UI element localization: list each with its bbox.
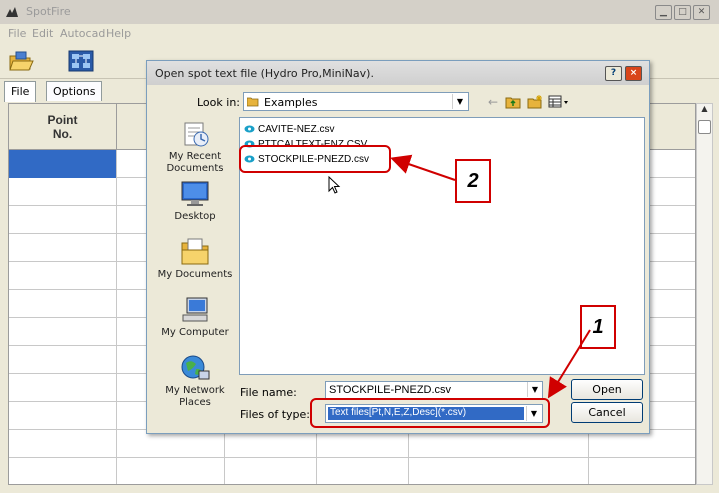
app-title: SpotFire xyxy=(26,5,71,18)
table-cell[interactable] xyxy=(9,318,117,346)
close-icon[interactable]: ✕ xyxy=(693,5,710,20)
tab-file[interactable]: File xyxy=(4,81,37,102)
cancel-button[interactable]: Cancel xyxy=(571,402,643,423)
table-cell[interactable] xyxy=(317,430,409,458)
chevron-down-icon[interactable]: ▼ xyxy=(527,382,542,397)
layout-icon xyxy=(68,50,94,72)
table-cell[interactable] xyxy=(9,402,117,430)
table-cell[interactable] xyxy=(9,178,117,206)
place-label: My Network Places xyxy=(165,385,225,408)
title-bar: SpotFire ▁ □ ✕ xyxy=(0,0,719,24)
layout-button[interactable] xyxy=(66,47,96,75)
up-folder-icon[interactable] xyxy=(505,94,521,110)
table-cell[interactable] xyxy=(317,458,409,484)
table-cell[interactable] xyxy=(409,458,589,484)
dialog-title: Open spot text file (Hydro Pro,MiniNav). xyxy=(155,67,374,80)
annotation-highlight-file xyxy=(239,145,391,173)
files-of-type-label: Files of type: xyxy=(240,408,311,421)
table-row[interactable] xyxy=(9,458,695,484)
help-icon[interactable]: ? xyxy=(605,66,622,81)
table-cell[interactable] xyxy=(225,430,317,458)
table-cell[interactable] xyxy=(117,458,225,484)
table-cell[interactable] xyxy=(117,430,225,458)
network-places-icon xyxy=(181,355,210,380)
view-menu-icon[interactable] xyxy=(547,94,571,110)
place-network-places[interactable]: My Network Places xyxy=(153,353,237,411)
annotation-number-2: 2 xyxy=(455,159,491,203)
place-recent-documents[interactable]: My Recent Documents xyxy=(153,119,237,177)
table-cell[interactable] xyxy=(589,430,695,458)
open-button[interactable]: Open xyxy=(571,379,643,400)
dialog-title-bar: Open spot text file (Hydro Pro,MiniNav).… xyxy=(147,61,649,85)
vertical-scrollbar[interactable]: ▲ xyxy=(696,103,713,485)
close-icon[interactable]: × xyxy=(625,66,642,81)
chevron-down-icon[interactable]: ▼ xyxy=(452,94,467,109)
table-cell[interactable] xyxy=(9,262,117,290)
maximize-icon[interactable]: □ xyxy=(674,5,691,20)
look-in-label: Look in: xyxy=(197,96,240,109)
table-cell[interactable] xyxy=(9,374,117,402)
table-cell[interactable] xyxy=(9,150,117,178)
look-in-value: Examples xyxy=(264,96,318,109)
place-label: My Recent Documents xyxy=(166,151,224,174)
app-logo-icon xyxy=(6,7,18,17)
file-name-label: File name: xyxy=(240,386,297,399)
place-my-computer[interactable]: My Computer xyxy=(153,295,237,353)
table-cell[interactable] xyxy=(409,430,589,458)
csv-file-icon xyxy=(244,125,255,133)
places-bar: My Recent Documents Desktop My Documents xyxy=(153,119,237,421)
menu-file[interactable]: File xyxy=(8,27,26,40)
menu-help[interactable]: Help xyxy=(106,27,131,40)
file-item-cavite[interactable]: CAVITE-NEZ.csv xyxy=(244,122,334,136)
table-cell[interactable] xyxy=(225,458,317,484)
new-folder-icon[interactable] xyxy=(527,94,543,110)
file-name: CAVITE-NEZ.csv xyxy=(258,123,335,135)
place-label: Desktop xyxy=(174,211,216,222)
open-folder-icon xyxy=(9,51,34,71)
place-label: My Computer xyxy=(161,327,229,338)
folder-icon xyxy=(247,97,259,107)
table-cell[interactable] xyxy=(9,346,117,374)
menu-autocad[interactable]: Autocad xyxy=(60,27,105,40)
place-label: My Documents xyxy=(157,269,233,280)
table-cell[interactable] xyxy=(9,234,117,262)
table-cell[interactable] xyxy=(9,206,117,234)
back-arrow-icon[interactable]: ← xyxy=(485,94,501,110)
my-computer-icon xyxy=(182,297,208,322)
look-in-select[interactable]: Examples ▼ xyxy=(243,92,469,111)
place-desktop[interactable]: Desktop xyxy=(153,179,237,237)
scroll-up-icon[interactable]: ▲ xyxy=(697,104,712,119)
annotation-number-1: 1 xyxy=(580,305,616,349)
tab-options[interactable]: Options xyxy=(46,81,103,101)
minimize-icon[interactable]: ▁ xyxy=(655,5,672,20)
table-cell[interactable] xyxy=(9,290,117,318)
place-my-documents[interactable]: My Documents xyxy=(153,237,237,295)
scroll-thumb[interactable] xyxy=(698,120,711,134)
table-row[interactable] xyxy=(9,430,695,458)
menu-bar: File Edit Autocad Help xyxy=(0,24,719,43)
my-documents-icon xyxy=(181,238,209,265)
open-folder-button[interactable] xyxy=(6,47,36,75)
open-file-dialog: Open spot text file (Hydro Pro,MiniNav).… xyxy=(146,60,650,434)
annotation-highlight-file-type xyxy=(310,398,550,428)
column-header-point-no[interactable]: Point No. xyxy=(9,104,117,150)
table-cell[interactable] xyxy=(9,430,117,458)
table-cell[interactable] xyxy=(589,458,695,484)
recent-documents-icon xyxy=(184,122,209,147)
mouse-cursor-icon xyxy=(328,176,341,194)
desktop-icon xyxy=(181,181,209,206)
menu-edit[interactable]: Edit xyxy=(32,27,53,40)
table-cell[interactable] xyxy=(9,458,117,484)
